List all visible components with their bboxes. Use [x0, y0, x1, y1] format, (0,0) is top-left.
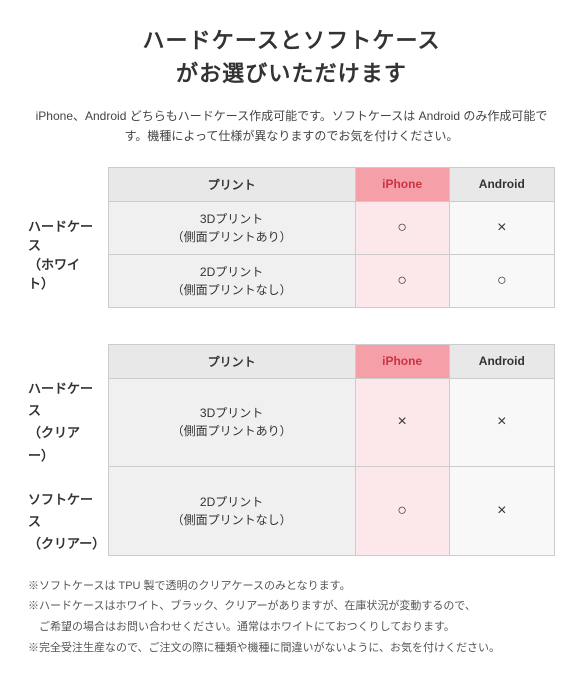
- page-title: ハードケースとソフトケース がお選びいただけます: [28, 24, 555, 90]
- cell-android-3d-2: ×: [449, 378, 554, 466]
- table-row: ハードケース （クリアー） ソフトケース （クリアー） 3Dプリント （側面プリ…: [28, 378, 555, 466]
- col-header-android-1: Android: [449, 167, 554, 201]
- cell-android-2d-2: ×: [449, 467, 554, 555]
- notes-section: ※ソフトケースは TPU 製で透明のクリアケースのみとなります。 ※ハードケース…: [28, 576, 555, 660]
- cell-android-2d-1: ○: [449, 254, 554, 307]
- col-header-print-1: プリント: [108, 167, 355, 201]
- note-3: ※完全受注生産なので、ご注文の際に種類や機種に間違いがないように、お気を付けくだ…: [28, 638, 555, 659]
- col-header-iphone-2: iPhone: [355, 344, 449, 378]
- cell-iphone-2d-2: ○: [355, 467, 449, 555]
- table-section-2: プリント iPhone Android ハードケース （クリアー） ソフトケース…: [28, 344, 555, 556]
- table-row: ハードケース （ホワイト） 3Dプリント （側面プリントあり） ○ ×: [28, 201, 555, 254]
- cell-print-3d-1: 3Dプリント （側面プリントあり）: [108, 201, 355, 254]
- cell-android-3d-1: ×: [449, 201, 554, 254]
- col-header-print-2: プリント: [108, 344, 355, 378]
- cell-print-3d-2: 3Dプリント （側面プリントあり）: [108, 378, 355, 466]
- page-container: ハードケースとソフトケース がお選びいただけます iPhone、Android …: [28, 24, 555, 659]
- note-2: ※ハードケースはホワイト、ブラック、クリアーがありますが、在庫状況が変動するので…: [28, 596, 555, 638]
- row-header-hard-white: ハードケース （ホワイト）: [28, 201, 108, 307]
- empty-cell-1: [28, 167, 108, 201]
- row-header-hard-soft-clear: ハードケース （クリアー） ソフトケース （クリアー）: [28, 378, 108, 555]
- cell-iphone-3d-2: ×: [355, 378, 449, 466]
- col-header-iphone-1: iPhone: [355, 167, 449, 201]
- col-header-android-2: Android: [449, 344, 554, 378]
- cell-iphone-2d-1: ○: [355, 254, 449, 307]
- empty-cell-2: [28, 344, 108, 378]
- table-hard-clear-soft: プリント iPhone Android ハードケース （クリアー） ソフトケース…: [28, 344, 555, 556]
- table-hard-white: プリント iPhone Android ハードケース （ホワイト） 3Dプリント…: [28, 167, 555, 308]
- description-text: iPhone、Android どちらもハードケース作成可能です。ソフトケースは …: [28, 106, 555, 147]
- table-section-1: プリント iPhone Android ハードケース （ホワイト） 3Dプリント…: [28, 167, 555, 308]
- cell-print-2d-1: 2Dプリント （側面プリントなし）: [108, 254, 355, 307]
- cell-iphone-3d-1: ○: [355, 201, 449, 254]
- note-1: ※ソフトケースは TPU 製で透明のクリアケースのみとなります。: [28, 576, 555, 597]
- spacer: [28, 328, 555, 344]
- cell-print-2d-2: 2Dプリント （側面プリントなし）: [108, 467, 355, 555]
